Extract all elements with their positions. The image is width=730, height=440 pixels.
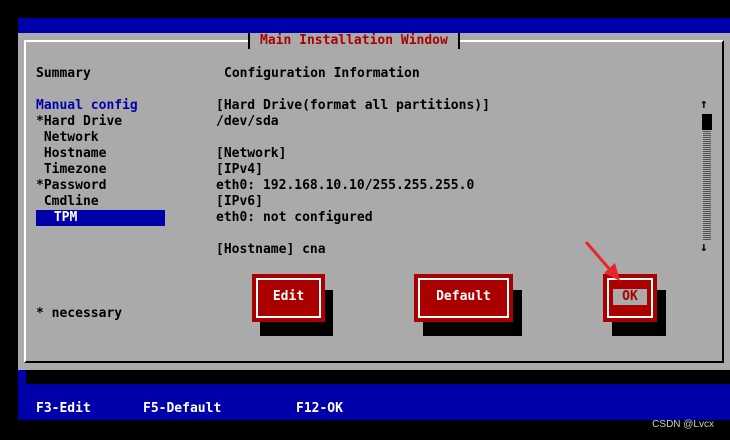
info-line: [Hostname] cna: [216, 242, 326, 257]
edit-button[interactable]: Edit: [252, 274, 325, 322]
info-line: [IPv6]: [216, 194, 263, 209]
hotkey-ok[interactable]: F12-OK: [296, 401, 343, 417]
info-line: [Network]: [216, 146, 287, 161]
menu-item-hostname[interactable]: Hostname: [36, 146, 107, 162]
hotkey-default[interactable]: F5-Default: [143, 401, 221, 417]
watermark: CSDN @Lvcx: [652, 419, 714, 430]
red-pointer-arrow-icon: [584, 241, 620, 281]
summary-header: Summary: [36, 66, 91, 81]
configuration-header: Configuration Information: [224, 66, 420, 81]
necessary-note: * necessary: [36, 306, 123, 321]
scroll-up-arrow-icon[interactable]: ↑: [700, 98, 708, 112]
info-line: eth0: not configured: [216, 210, 373, 225]
window-title: Main Installation Window: [248, 33, 460, 49]
edit-button-label: Edit: [272, 289, 305, 304]
menu-item-network[interactable]: Network: [36, 130, 99, 146]
default-button[interactable]: Default: [414, 274, 513, 322]
menu-item-timezone[interactable]: Timezone: [36, 162, 107, 178]
menu-item-cmdline[interactable]: Cmdline: [36, 194, 99, 210]
menu-item-hard-drive[interactable]: *Hard Drive: [36, 114, 122, 130]
info-line: [IPv4]: [216, 162, 263, 177]
menu-item-password[interactable]: *Password: [36, 178, 106, 194]
scroll-down-arrow-icon[interactable]: ↓: [700, 241, 708, 255]
default-button-label: Default: [436, 289, 491, 304]
info-line: eth0: 192.168.10.10/255.255.255.0: [216, 178, 475, 193]
hotkey-edit[interactable]: F3-Edit: [36, 401, 91, 417]
window-shadow: [26, 370, 730, 384]
scrollbar-track[interactable]: [703, 130, 711, 240]
ok-button-label: OK: [613, 289, 647, 305]
scrollbar-thumb[interactable]: [702, 114, 712, 130]
info-line: [Hard Drive(format all partitions)]: [216, 98, 490, 113]
menu-item-manual-config[interactable]: Manual config: [36, 98, 138, 114]
installer-screen: Main Installation Window Summary Configu…: [0, 0, 730, 440]
info-line: /dev/sda: [216, 114, 279, 129]
menu-item-tpm-selected[interactable]: TPM: [36, 210, 165, 226]
